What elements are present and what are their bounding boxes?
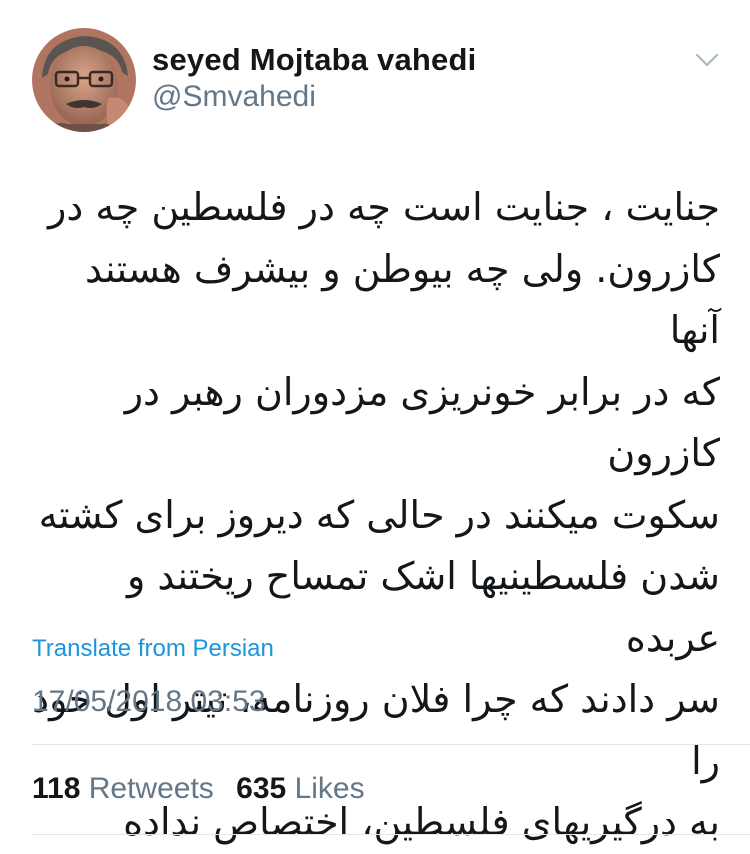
tweet-text-line: که در برابر خونریزی مزدوران رهبر در کازر… [124, 369, 720, 476]
likes-count: 635 [236, 772, 287, 805]
tweet-timestamp: 17/05/2018 03:53 [32, 685, 266, 718]
tweet-text: جنایت ، جنایت است چه در فلسطین چه در کاز… [24, 177, 720, 854]
divider [32, 834, 750, 835]
tweet-text-line: سکوت میکنند در حالی که دیروز برای کشته [38, 492, 720, 537]
translate-link[interactable]: Translate from Persian [32, 635, 274, 663]
tweet-detail: seyed Mojtaba vahedi @Smvahedi جنایت ، ج… [0, 0, 750, 844]
retweets-count: 118 [32, 772, 81, 805]
retweets-label: Retweets [88, 772, 214, 805]
avatar[interactable] [32, 28, 136, 132]
display-name[interactable]: seyed Mojtaba vahedi [152, 42, 476, 78]
user-handle[interactable]: @Smvahedi [152, 80, 316, 114]
likes-stat[interactable]: 635 Likes [236, 772, 378, 805]
divider [32, 744, 750, 745]
likes-label: Likes [294, 772, 365, 805]
tweet-text-line: جنایت ، جنایت است چه در فلسطین چه در [48, 185, 720, 229]
tweet-text-line: کازرون. ولی چه بیوطن و بیشرف هستند آنها [85, 246, 720, 353]
chevron-down-icon[interactable] [694, 50, 720, 70]
tweet-stats: 118 Retweets 635 Likes [32, 772, 379, 806]
retweets-stat[interactable]: 118 Retweets [32, 772, 236, 805]
